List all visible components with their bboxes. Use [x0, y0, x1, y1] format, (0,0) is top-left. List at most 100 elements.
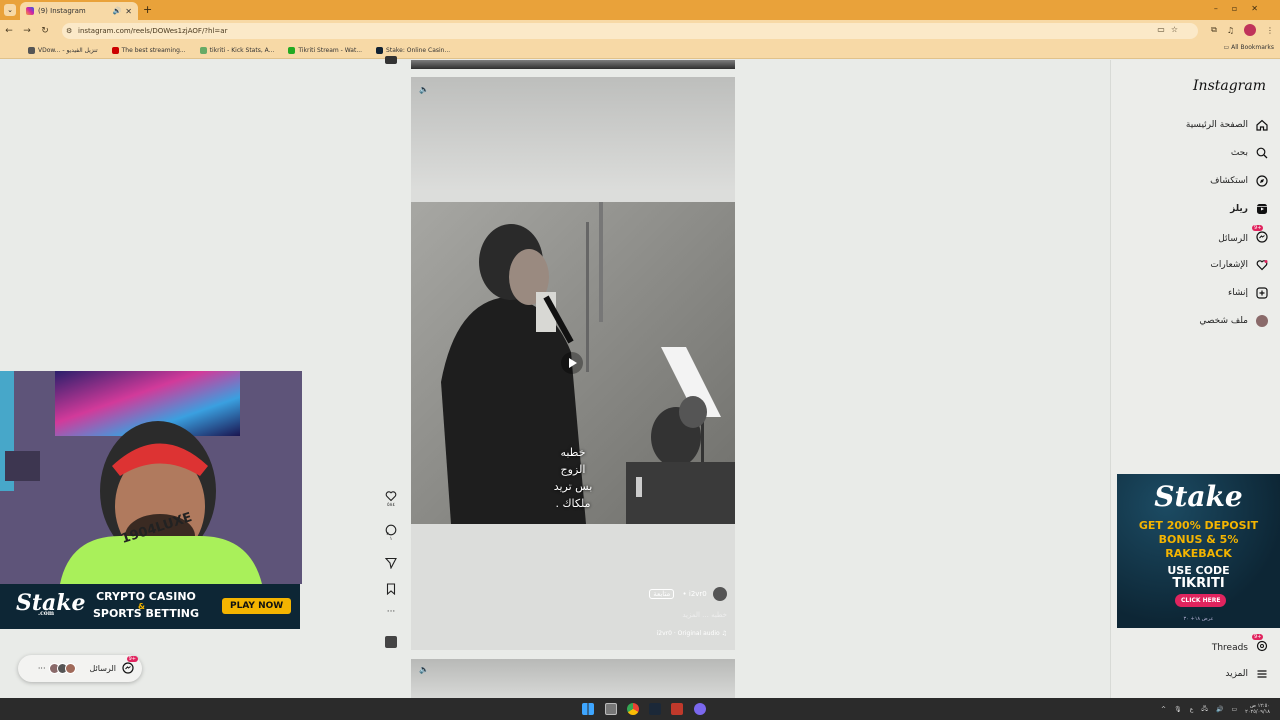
- bookmark-item[interactable]: Stake: Online Casin...: [376, 46, 450, 54]
- reel-caption[interactable]: خطبه ... المزيد: [682, 611, 727, 619]
- messages-badge: +9: [1252, 225, 1264, 231]
- battery-icon[interactable]: ▭: [1231, 706, 1237, 713]
- chrome-icon[interactable]: [627, 703, 639, 715]
- home-icon: [1256, 119, 1268, 131]
- instagram-favicon-icon: [26, 7, 34, 15]
- comment-button[interactable]: ١: [380, 524, 402, 542]
- tab-title: (9) Instagram: [38, 7, 86, 15]
- messenger-icon: [1256, 231, 1268, 243]
- reel-audio[interactable]: ♫ i2vr0 · Original audio: [657, 630, 727, 637]
- tab-instagram[interactable]: (9) Instagram 🔊 ✕: [20, 2, 138, 20]
- network-icon[interactable]: 🖧: [1201, 704, 1208, 714]
- click-here-button[interactable]: CLICK HERE: [1175, 594, 1227, 607]
- share-button[interactable]: [380, 557, 402, 569]
- next-reel[interactable]: 🔈: [411, 659, 735, 699]
- banner-text: CRYPTO CASINO & SPORTS BETTING: [92, 590, 200, 620]
- previous-reel[interactable]: [411, 60, 735, 69]
- sidebar-item-home[interactable]: الصفحة الرئيسية: [1186, 119, 1268, 131]
- bookmark-item[interactable]: VDow... - تنزيل الفيديو: [28, 46, 98, 54]
- play-now-button[interactable]: PLAY NOW: [222, 598, 292, 614]
- video-subtitles: خطبه الزوج بس تريد ملكاك .: [553, 446, 593, 510]
- profile-avatar[interactable]: [1244, 24, 1256, 36]
- chevron-up-icon[interactable]: ^: [1161, 706, 1166, 713]
- audio-thumbnail[interactable]: [385, 636, 397, 648]
- messenger-icon: [122, 661, 134, 674]
- browser-toolbar: ← → ↻ ⚙ instagram.com/reels/DOWes1zjAOF/…: [0, 20, 1280, 42]
- messages-pill[interactable]: +9 الرسائل ···: [18, 655, 142, 682]
- messages-badge: +9: [126, 655, 138, 662]
- heart-icon: [385, 491, 397, 502]
- sidebar-item-notifications[interactable]: الإشعارات: [1210, 259, 1268, 271]
- omnibox-actions[interactable]: ▭☆: [1157, 25, 1184, 34]
- bookmark-favicon-icon: [111, 46, 119, 54]
- search-icon: [1256, 147, 1268, 159]
- sidebar-item-reels[interactable]: ريلز: [1230, 203, 1268, 215]
- mic-icon[interactable]: 🎙: [1174, 706, 1182, 713]
- speaker-icon[interactable]: 🔈: [419, 665, 429, 674]
- menu-icon[interactable]: ⋮: [1266, 26, 1274, 35]
- save-button[interactable]: [380, 583, 402, 595]
- tab-bar: ⌄ (9) Instagram 🔊 ✕ + –▫✕: [0, 0, 1280, 20]
- comment-count: ١: [389, 536, 393, 542]
- compass-icon: [1256, 175, 1268, 187]
- instagram-logo[interactable]: Instagram: [1193, 78, 1266, 94]
- follow-button[interactable]: متابعة: [649, 589, 675, 599]
- sidebar-item-create[interactable]: إنشاء: [1228, 287, 1268, 299]
- url-text: instagram.com/reels/DOWes1zjAOF/?hl=ar: [78, 27, 228, 35]
- volume-icon[interactable]: 🔊: [1216, 706, 1223, 713]
- address-bar[interactable]: ⚙ instagram.com/reels/DOWes1zjAOF/?hl=ar: [62, 23, 1198, 39]
- webcam-image: [0, 371, 302, 584]
- avatar: [64, 663, 76, 674]
- media-controls-icon[interactable]: ♫: [1227, 26, 1234, 35]
- bookmark-item[interactable]: tikriti - Kick Stats, A...: [199, 46, 274, 54]
- reload-button[interactable]: ↻: [36, 26, 54, 36]
- app-icon[interactable]: [671, 703, 683, 715]
- windows-start-icon[interactable]: [582, 703, 594, 715]
- sidebar-item-explore[interactable]: استكشاف: [1210, 175, 1268, 187]
- more-options-icon[interactable]: ···: [380, 607, 402, 617]
- like-count: ٥٨٤: [386, 502, 396, 508]
- windows-taskbar: ^ 🎙 ع 🖧 🔊 ▭ ١٢:٥٠ ص ٢٠٢٥/٠٩/١٨: [0, 698, 1280, 720]
- new-tab-button[interactable]: +: [143, 3, 152, 16]
- author-avatar[interactable]: [713, 587, 727, 601]
- speaker-icon[interactable]: 🔊: [113, 7, 122, 15]
- stake-logo: Stake: [1154, 480, 1243, 513]
- steam-icon[interactable]: [649, 703, 661, 715]
- previous-reel-audio-thumbnail[interactable]: [385, 56, 397, 64]
- sidebar-item-messages[interactable]: +9 الرسائل: [1218, 225, 1268, 246]
- comment-icon: [385, 524, 397, 536]
- stake-ad-banner[interactable]: Stake GET 200% DEPOSIT BONUS & 5% RAKEBA…: [1117, 474, 1280, 628]
- stake-logo: Stake .com: [16, 590, 86, 617]
- sidebar-item-profile[interactable]: ملف شخصي: [1199, 315, 1268, 327]
- hamburger-menu-icon: [1257, 670, 1267, 678]
- clock[interactable]: ١٢:٥٠ ص ٢٠٢٥/٠٩/١٨: [1245, 703, 1270, 715]
- author-name[interactable]: i2vr0: [689, 590, 707, 598]
- speaker-icon[interactable]: 🔈: [419, 85, 429, 94]
- stake-favicon-icon: [376, 46, 384, 54]
- window-controls[interactable]: –▫✕: [1214, 4, 1272, 13]
- more-icon: ···: [37, 664, 46, 673]
- sidebar-item-more[interactable]: المزيد: [1225, 668, 1268, 680]
- webcam-stake-banner[interactable]: Stake .com CRYPTO CASINO & SPORTS BETTIN…: [0, 584, 300, 629]
- sidebar-item-search[interactable]: بحث: [1231, 147, 1268, 159]
- discord-icon[interactable]: [694, 703, 706, 715]
- site-info-icon[interactable]: ⚙: [66, 23, 72, 39]
- extensions-icon[interactable]: ⧉: [1211, 25, 1217, 35]
- close-tab-icon[interactable]: ✕: [125, 7, 132, 16]
- bookmarks-bar: VDow... - تنزيل الفيديو The best streami…: [0, 42, 1280, 59]
- bookmark-item[interactable]: Tikriti Stream - Wat...: [288, 46, 362, 54]
- forward-button[interactable]: →: [18, 26, 36, 36]
- like-button[interactable]: ٥٨٤: [380, 490, 402, 508]
- all-bookmarks-button[interactable]: ▭ All Bookmarks: [1224, 44, 1274, 51]
- play-icon[interactable]: [561, 352, 583, 374]
- tab-search-button[interactable]: ⌄: [4, 4, 16, 16]
- bookmark-item[interactable]: The best streaming...: [111, 46, 186, 54]
- music-note-icon: ♫: [719, 630, 727, 637]
- task-view-icon[interactable]: [605, 703, 617, 715]
- plus-square-icon: [1256, 287, 1268, 299]
- sidebar-item-threads[interactable]: +9 Threads: [1212, 634, 1268, 655]
- reel-video[interactable]: خطبه الزوج بس تريد ملكاك .: [411, 202, 735, 524]
- language-indicator[interactable]: ع: [1190, 706, 1194, 713]
- heart-icon: [1256, 260, 1268, 271]
- back-button[interactable]: ←: [0, 26, 18, 36]
